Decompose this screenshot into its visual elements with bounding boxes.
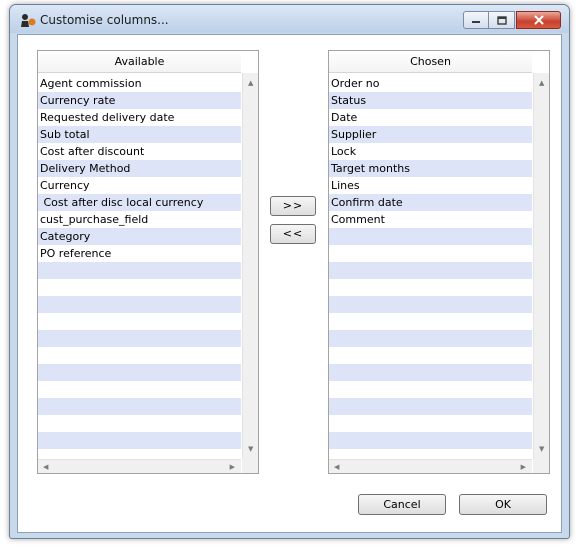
scroll-left-arrow-icon[interactable]: ◀ [334,463,339,471]
list-item[interactable]: PO reference [38,245,241,262]
list-item [329,364,532,381]
list-item[interactable]: Status [329,92,532,109]
list-item [329,381,532,398]
list-item[interactable]: Lock [329,143,532,160]
scroll-up-arrow-icon[interactable]: ▲ [248,79,253,87]
available-vertical-scrollbar[interactable]: ▲ ▼ [242,73,258,459]
list-item[interactable]: Delivery Method [38,160,241,177]
scroll-up-arrow-icon[interactable]: ▲ [539,79,544,87]
list-item [38,347,241,364]
chosen-list[interactable]: Chosen Order no Status Date Supplier Lock Tar… [328,50,550,474]
list-item[interactable]: Date [329,109,532,126]
list-item[interactable]: Currency [38,177,241,194]
list-item [329,432,532,449]
list-item [329,228,532,245]
dialog-body: Available Agent commission Currency rate R… [17,34,562,533]
list-item[interactable]: Lines [329,177,532,194]
list-item [329,347,532,364]
minimize-icon [472,21,480,23]
list-item [38,432,241,449]
window-title: Customise columns... [40,13,169,27]
list-item[interactable]: Target months [329,160,532,177]
list-item [38,381,241,398]
list-item[interactable]: Order no [329,75,532,92]
title-bar[interactable]: Customise columns... [10,5,569,33]
customise-columns-dialog: Customise columns... Available Agent com… [9,4,570,539]
list-item [38,398,241,415]
list-item[interactable]: Confirm date [329,194,532,211]
chosen-vertical-scrollbar[interactable]: ▲ ▼ [533,73,549,459]
scroll-corner [242,459,258,473]
add-column-button[interactable]: >> [270,196,316,216]
list-item [329,415,532,432]
list-item[interactable]: Cost after discount [38,143,241,160]
list-item[interactable]: Requested delivery date [38,109,241,126]
list-item [329,313,532,330]
available-horizontal-scrollbar[interactable]: ◀ ▶ [38,459,241,473]
chosen-list-rows: Order no Status Date Supplier Lock Target mon… [329,75,532,461]
list-item[interactable]: Currency rate [38,92,241,109]
cancel-button[interactable]: Cancel [358,494,446,515]
list-item[interactable]: Agent commission [38,75,241,92]
scroll-left-arrow-icon[interactable]: ◀ [43,463,48,471]
list-item [38,415,241,432]
app-icon [21,14,36,27]
maximize-button[interactable] [489,11,515,29]
list-item [38,279,241,296]
available-list[interactable]: Available Agent commission Currency rate R… [37,50,259,474]
minimize-button[interactable] [463,11,489,29]
list-item[interactable]: Category [38,228,241,245]
scroll-down-arrow-icon[interactable]: ▼ [248,445,253,453]
available-list-rows: Agent commission Currency rate Requested d… [38,75,241,461]
list-item[interactable]: cust_purchase_field [38,211,241,228]
list-item [329,245,532,262]
chosen-horizontal-scrollbar[interactable]: ◀ ▶ [329,459,532,473]
scroll-right-arrow-icon[interactable]: ▶ [230,463,235,471]
list-item [38,364,241,381]
list-item[interactable]: Comment [329,211,532,228]
available-list-header: Available [38,51,241,73]
list-item [329,279,532,296]
close-icon [534,15,543,25]
close-button[interactable] [516,11,561,29]
maximize-icon [496,15,507,25]
list-item[interactable]: Sub total [38,126,241,143]
list-item [38,313,241,330]
list-item [38,262,241,279]
scroll-down-arrow-icon[interactable]: ▼ [539,445,544,453]
list-item [329,262,532,279]
scroll-corner [533,459,549,473]
list-item[interactable]: Cost after disc local currency [38,194,241,211]
list-item [38,296,241,313]
chosen-list-header: Chosen [329,51,532,73]
list-item [329,296,532,313]
list-item[interactable]: Supplier [329,126,532,143]
scroll-right-arrow-icon[interactable]: ▶ [521,463,526,471]
list-item [38,330,241,347]
ok-button[interactable]: OK [459,494,547,515]
list-item [329,330,532,347]
list-item [329,398,532,415]
remove-column-button[interactable]: << [270,224,316,244]
